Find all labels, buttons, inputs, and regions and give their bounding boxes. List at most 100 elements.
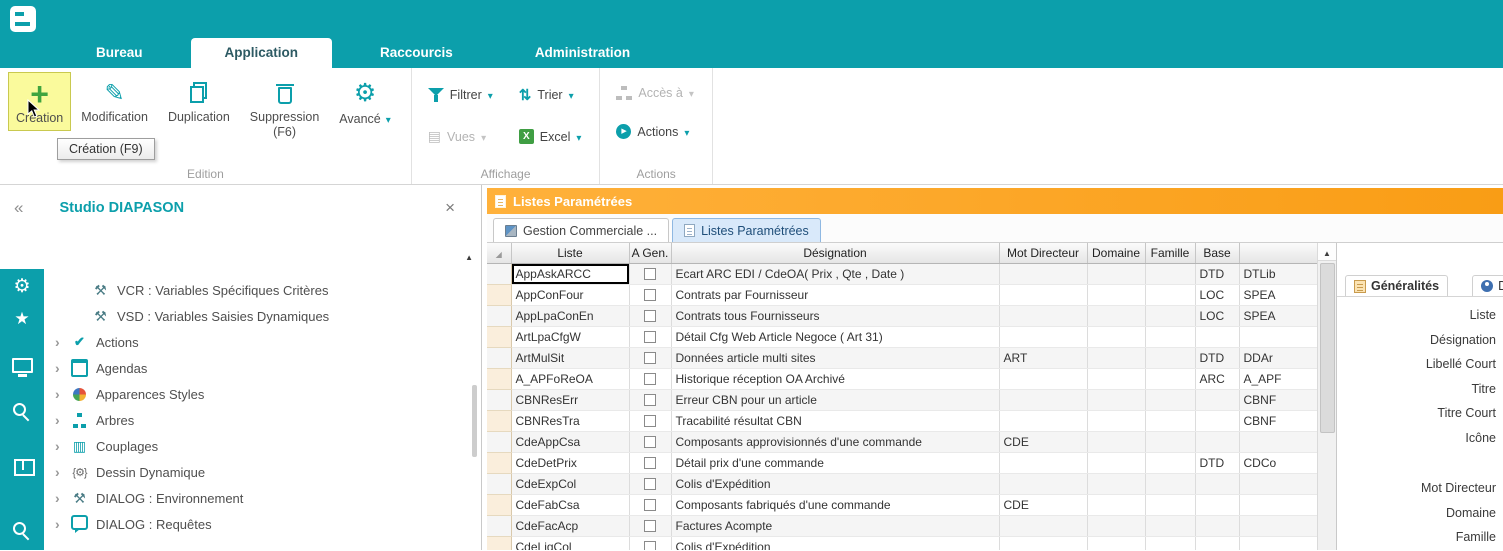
modification-button[interactable]: Modification xyxy=(71,72,158,129)
cell-extra[interactable] xyxy=(1239,536,1317,550)
cell-famille[interactable] xyxy=(1145,431,1195,452)
actions-button[interactable]: Actions xyxy=(616,124,694,139)
checkbox-icon[interactable] xyxy=(644,520,656,532)
chevron-down-icon[interactable] xyxy=(576,130,581,144)
cell-extra[interactable] xyxy=(1239,473,1317,494)
cell-a-gen[interactable] xyxy=(629,431,671,452)
row-handle[interactable] xyxy=(487,452,511,473)
checkbox-icon[interactable] xyxy=(644,541,656,551)
cell-domaine[interactable] xyxy=(1087,368,1145,389)
row-handle[interactable] xyxy=(487,431,511,452)
cell-liste[interactable]: CdeFabCsa xyxy=(511,494,629,515)
column-header-extra[interactable] xyxy=(1239,243,1317,263)
table-row[interactable]: CdeFacAcp Factures Acompte xyxy=(487,515,1317,536)
cell-base[interactable]: DTD xyxy=(1195,263,1239,284)
cell-designation[interactable]: Détail Cfg Web Article Negoce ( Art 31) xyxy=(671,326,999,347)
cell-extra[interactable]: DTLib xyxy=(1239,263,1317,284)
chevrons-left-icon[interactable] xyxy=(14,198,23,218)
column-header-famille[interactable]: Famille xyxy=(1145,243,1195,263)
creation-button[interactable]: Création xyxy=(8,72,71,131)
cell-extra[interactable]: CBNF xyxy=(1239,410,1317,431)
cell-designation[interactable]: Composants fabriqués d'une commande xyxy=(671,494,999,515)
cell-domaine[interactable] xyxy=(1087,263,1145,284)
cell-liste[interactable]: AppConFour xyxy=(511,284,629,305)
cell-extra[interactable]: CBNF xyxy=(1239,389,1317,410)
cell-famille[interactable] xyxy=(1145,389,1195,410)
cell-base[interactable]: DTD xyxy=(1195,347,1239,368)
chevron-right-icon[interactable] xyxy=(55,490,63,506)
checkbox-icon[interactable] xyxy=(644,457,656,469)
cell-designation[interactable]: Colis d'Expédition xyxy=(671,536,999,550)
chevron-right-icon[interactable] xyxy=(55,386,63,402)
cell-liste[interactable]: CdeFacAcp xyxy=(511,515,629,536)
grid-scrollbar[interactable] xyxy=(1317,243,1336,550)
row-handle[interactable] xyxy=(487,494,511,515)
cell-designation[interactable]: Contrats par Fournisseur xyxy=(671,284,999,305)
row-handle[interactable] xyxy=(487,473,511,494)
cell-liste[interactable]: CBNResErr xyxy=(511,389,629,410)
cell-base[interactable]: LOC xyxy=(1195,305,1239,326)
cell-a-gen[interactable] xyxy=(629,263,671,284)
table-row[interactable]: AppAskARCC Ecart ARC EDI / CdeOA( Prix ,… xyxy=(487,263,1317,284)
cell-extra[interactable] xyxy=(1239,494,1317,515)
cell-designation[interactable]: Ecart ARC EDI / CdeOA( Prix , Qte , Date… xyxy=(671,263,999,284)
checkbox-icon[interactable] xyxy=(644,352,656,364)
avance-button[interactable]: Avancé xyxy=(329,72,401,132)
table-row[interactable]: A_APFoReOA Historique réception OA Archi… xyxy=(487,368,1317,389)
table-row[interactable]: ArtLpaCfgW Détail Cfg Web Article Negoce… xyxy=(487,326,1317,347)
cell-domaine[interactable] xyxy=(1087,284,1145,305)
tree-item[interactable]: Arbres xyxy=(44,407,467,433)
cell-base[interactable]: DTD xyxy=(1195,452,1239,473)
cell-liste[interactable]: CdeLigCol xyxy=(511,536,629,550)
table-row[interactable]: CBNResTra Tracabilité résultat CBN CBNF xyxy=(487,410,1317,431)
cell-a-gen[interactable] xyxy=(629,494,671,515)
checkbox-icon[interactable] xyxy=(644,436,656,448)
column-header-domaine[interactable]: Domaine xyxy=(1087,243,1145,263)
checkbox-icon[interactable] xyxy=(644,394,656,406)
gear-icon[interactable] xyxy=(0,276,44,296)
tab-raccourcis[interactable]: Raccourcis xyxy=(346,38,487,68)
vues-button[interactable]: Vues xyxy=(428,128,493,145)
cell-domaine[interactable] xyxy=(1087,452,1145,473)
sidebar-scrollbar-thumb[interactable] xyxy=(472,385,477,457)
table-row[interactable]: AppLpaConEn Contrats tous Fournisseurs L… xyxy=(487,305,1317,326)
cell-domaine[interactable] xyxy=(1087,515,1145,536)
checkbox-icon[interactable] xyxy=(644,373,656,385)
cell-extra[interactable]: SPEA xyxy=(1239,305,1317,326)
cell-mot-directeur[interactable]: ART xyxy=(999,347,1087,368)
tab-second[interactable]: D xyxy=(1472,275,1503,296)
cell-designation[interactable]: Historique réception OA Archivé xyxy=(671,368,999,389)
cell-base[interactable] xyxy=(1195,473,1239,494)
chevron-right-icon[interactable] xyxy=(55,516,63,532)
cell-liste[interactable]: ArtMulSit xyxy=(511,347,629,368)
cell-a-gen[interactable] xyxy=(629,410,671,431)
cell-base[interactable] xyxy=(1195,410,1239,431)
cell-a-gen[interactable] xyxy=(629,326,671,347)
cell-mot-directeur[interactable] xyxy=(999,515,1087,536)
column-header-liste[interactable]: Liste xyxy=(511,243,629,263)
arrow-up-icon[interactable] xyxy=(465,247,473,265)
cell-base[interactable] xyxy=(1195,515,1239,536)
cell-base[interactable] xyxy=(1195,431,1239,452)
cell-a-gen[interactable] xyxy=(629,368,671,389)
cell-base[interactable]: LOC xyxy=(1195,284,1239,305)
cell-mot-directeur[interactable] xyxy=(999,536,1087,550)
checkbox-icon[interactable] xyxy=(644,268,656,280)
cell-extra[interactable] xyxy=(1239,431,1317,452)
cell-base[interactable] xyxy=(1195,389,1239,410)
cell-a-gen[interactable] xyxy=(629,536,671,550)
chevron-down-icon[interactable] xyxy=(569,88,574,102)
table-row[interactable]: CBNResErr Erreur CBN pour un article CBN… xyxy=(487,389,1317,410)
row-handle[interactable] xyxy=(487,515,511,536)
chevron-right-icon[interactable] xyxy=(55,360,63,376)
monitor-icon[interactable] xyxy=(0,357,44,377)
cell-mot-directeur[interactable] xyxy=(999,326,1087,347)
cell-famille[interactable] xyxy=(1145,305,1195,326)
cell-liste[interactable]: AppAskARCC xyxy=(511,263,629,284)
scroll-up-button[interactable] xyxy=(1318,243,1337,261)
table-row[interactable]: CdeExpCol Colis d'Expédition xyxy=(487,473,1317,494)
cell-domaine[interactable] xyxy=(1087,431,1145,452)
checkbox-icon[interactable] xyxy=(644,478,656,490)
tree-item[interactable]: DIALOG : Environnement xyxy=(44,485,467,511)
cell-mot-directeur[interactable] xyxy=(999,473,1087,494)
